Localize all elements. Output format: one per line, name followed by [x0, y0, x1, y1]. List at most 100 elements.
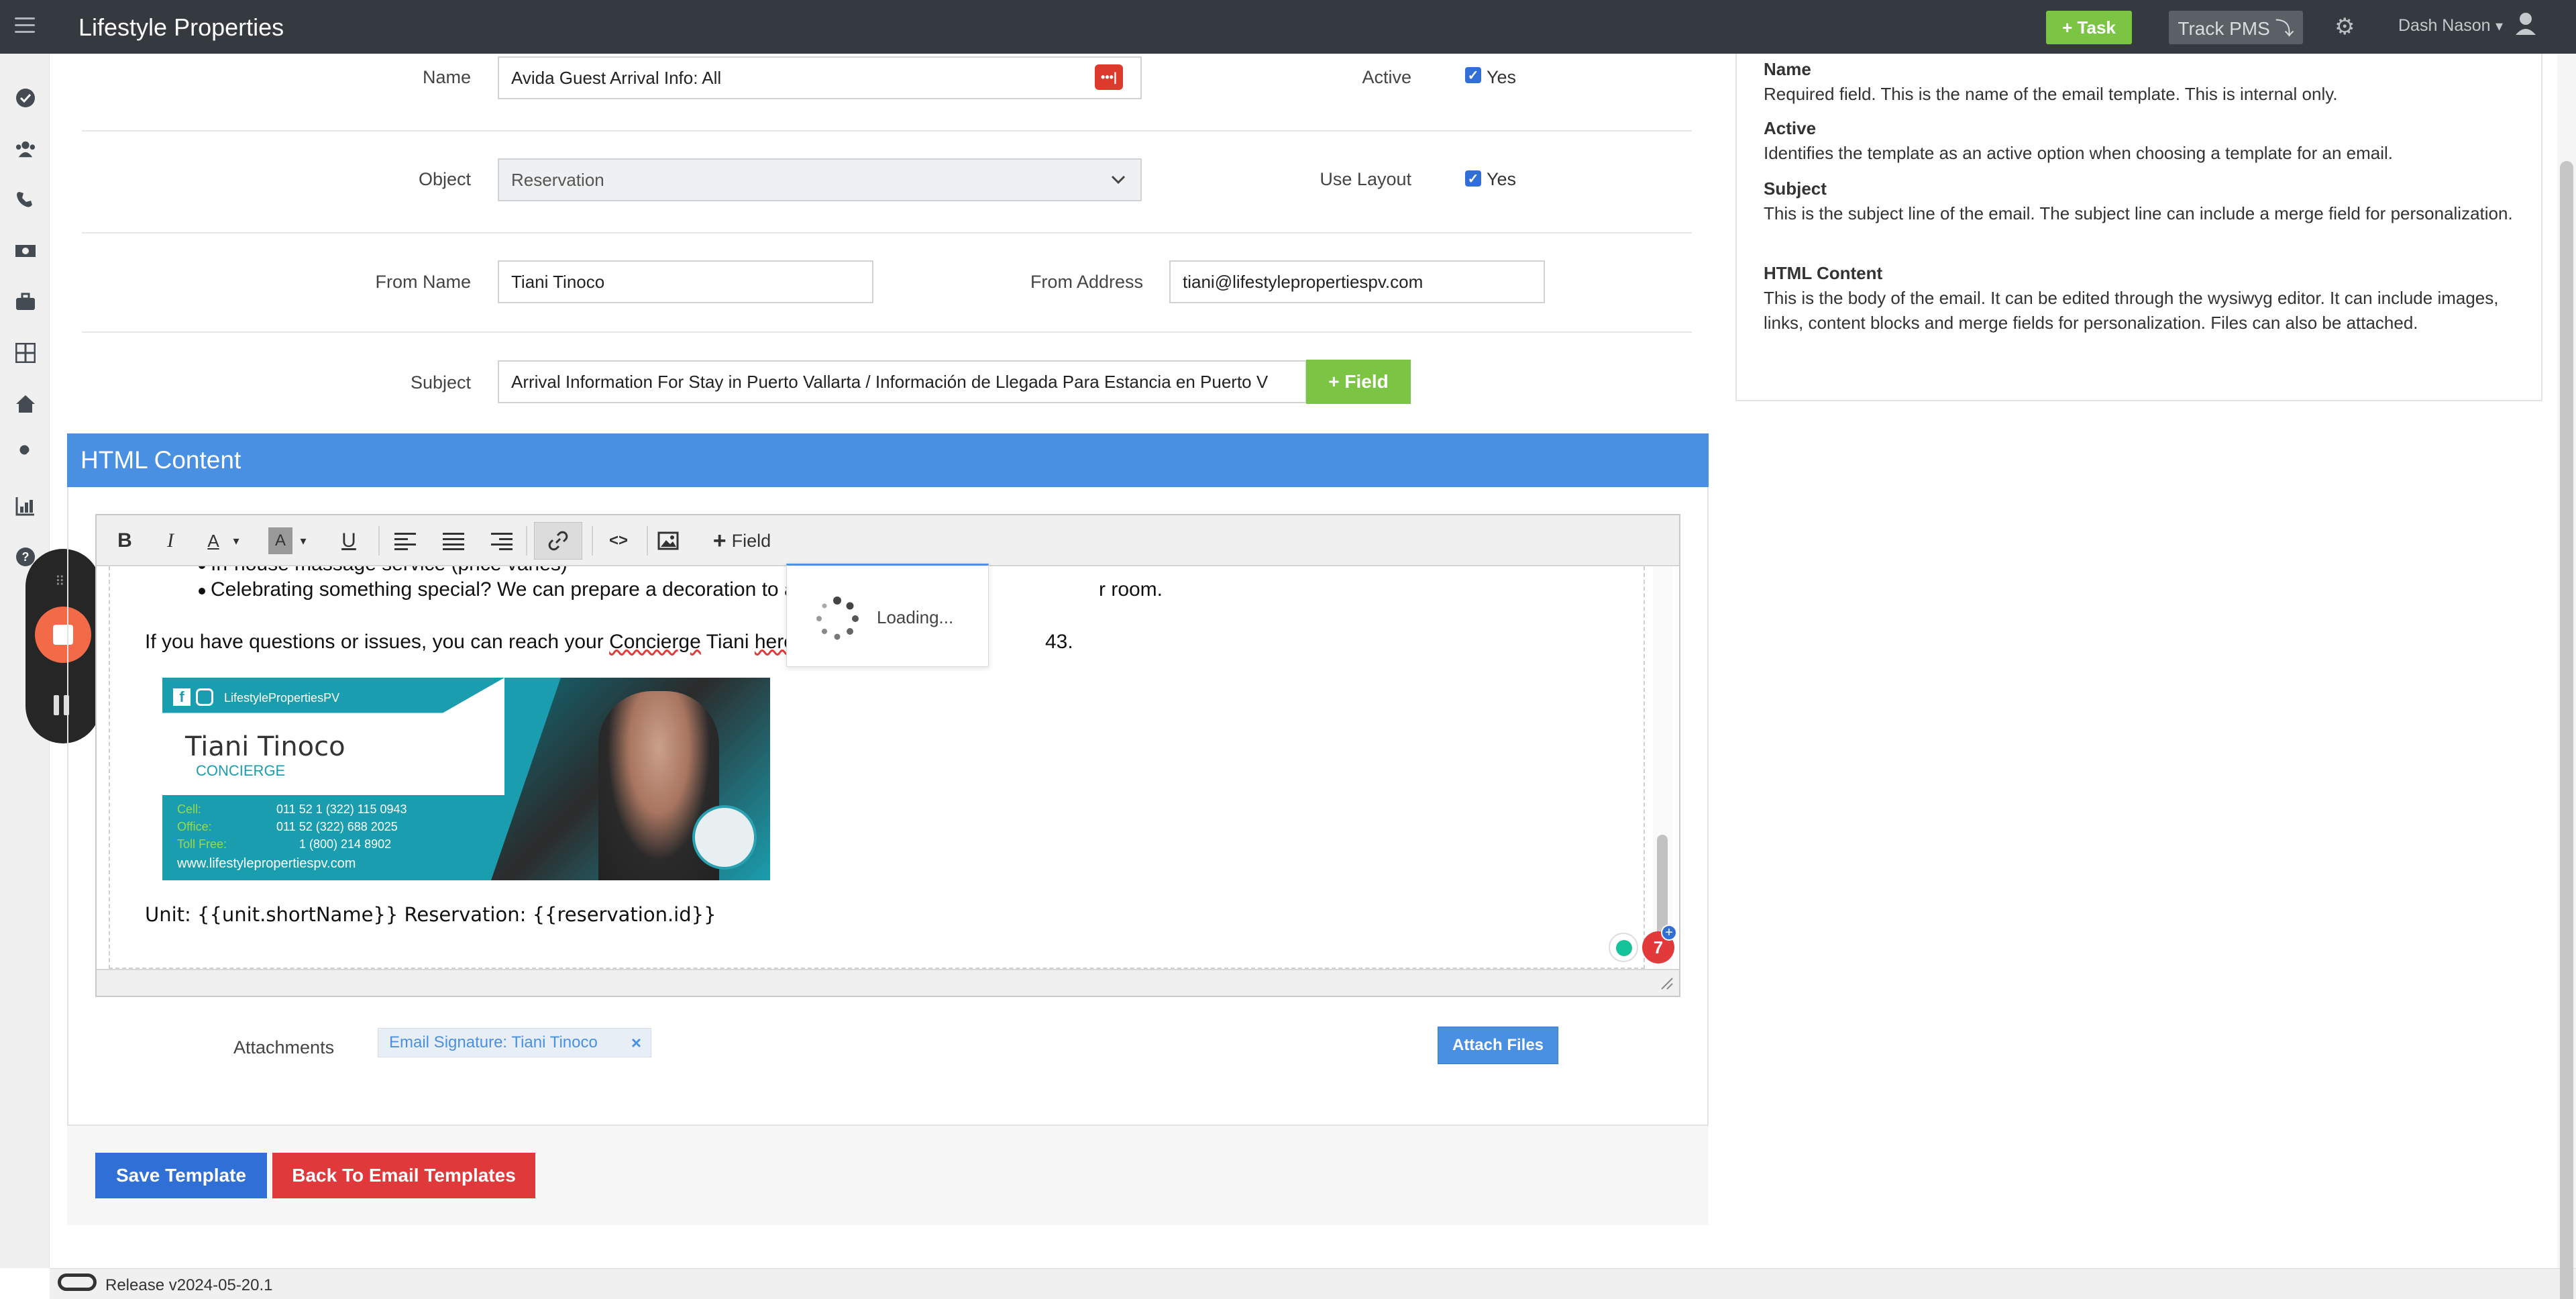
- insert-field-button[interactable]: + Field: [702, 527, 782, 554]
- row-divider: [82, 232, 1692, 233]
- help-title: Subject: [1764, 178, 1827, 199]
- link-icon[interactable]: [545, 527, 572, 554]
- phone-icon[interactable]: [15, 189, 36, 211]
- subject-label: Subject: [410, 372, 471, 393]
- page-scroll-thumb[interactable]: [2560, 161, 2573, 1299]
- align-left-icon[interactable]: [392, 527, 419, 554]
- signature-handle: LifestylePropertiesPV: [224, 691, 340, 705]
- attach-files-button[interactable]: Attach Files: [1438, 1027, 1558, 1064]
- background-color-button[interactable]: A: [268, 527, 292, 554]
- object-select[interactable]: Reservation: [498, 158, 1142, 201]
- email-signature-image[interactable]: f LifestylePropertiesPV Tiani Tinoco CON…: [162, 678, 770, 880]
- briefcase-icon[interactable]: [15, 291, 36, 313]
- toolbar-separator: [378, 526, 380, 556]
- chevron-down-icon[interactable]: ▾: [295, 527, 311, 554]
- user-avatar-icon[interactable]: [2514, 9, 2537, 43]
- bold-button[interactable]: B: [111, 527, 138, 554]
- loading-popup: Loading...: [786, 564, 989, 667]
- hamburger-menu-icon[interactable]: [15, 17, 35, 35]
- help-text: This is the subject line of the email. T…: [1764, 203, 2513, 223]
- top-bar: Lifestyle Properties + Task Track PMS ⤵ …: [0, 0, 2576, 54]
- settings-gear-icon[interactable]: ⚙: [2334, 13, 2355, 40]
- signature-tollfree-value: 1 (800) 214 8902: [299, 837, 392, 851]
- signature-office-value: 011 52 (322) 688 2025: [276, 820, 398, 833]
- toolbar-separator: [592, 526, 593, 556]
- help-panel: Name Required field. This is the name of…: [1735, 54, 2542, 401]
- italic-button[interactable]: I: [157, 527, 184, 554]
- insert-field-label: Field: [731, 530, 771, 551]
- money-icon[interactable]: [15, 240, 36, 262]
- active-checkbox[interactable]: ✓: [1465, 67, 1481, 83]
- chevron-down-icon[interactable]: ▾: [2496, 17, 2503, 35]
- home-icon[interactable]: [15, 393, 36, 415]
- signature-office-label: Office:: [177, 820, 212, 833]
- status-footer: [50, 1268, 2576, 1299]
- bullet: [199, 566, 205, 569]
- chevron-down-icon: [1111, 175, 1126, 185]
- from-address-input[interactable]: tiani@lifestylepropertiespv.com: [1169, 260, 1545, 303]
- company-seal-logo: [692, 805, 757, 870]
- loading-text: Loading...: [877, 607, 954, 627]
- signature-cell-label: Cell:: [177, 802, 202, 816]
- concierge-word: Concierge: [609, 631, 701, 653]
- editor-text-line-tail: r room.: [1099, 578, 1163, 601]
- add-task-button[interactable]: + Task: [2046, 11, 2132, 44]
- name-label: Name: [422, 67, 471, 87]
- chevron-down-icon[interactable]: ▾: [228, 527, 244, 554]
- from-name-input[interactable]: Tiani Tinoco: [498, 260, 873, 303]
- help-title: Active: [1764, 118, 1817, 138]
- editor-text-line: If you have questions or issues, you can…: [145, 631, 812, 654]
- toolbar-separator: [647, 526, 648, 556]
- editor-text-line-tail: 43.: [1045, 631, 1073, 653]
- active-yes-label: Yes: [1487, 67, 1517, 87]
- back-to-templates-button[interactable]: Back To Email Templates: [272, 1153, 535, 1198]
- chart-icon[interactable]: [15, 495, 36, 517]
- page-scrollbar[interactable]: [2557, 54, 2576, 1299]
- help-title: HTML Content: [1764, 263, 1883, 283]
- lastpass-badge-icon[interactable]: •••|: [1095, 64, 1123, 90]
- instagram-icon: [196, 688, 213, 706]
- editor-text-run: Tiani: [706, 631, 749, 653]
- font-color-button[interactable]: A: [200, 527, 227, 554]
- toolbar-separator: [526, 526, 527, 556]
- template-name-input[interactable]: Avida Guest Arrival Info: All: [498, 56, 1142, 99]
- align-justify-icon[interactable]: [440, 527, 467, 554]
- drag-handle-icon[interactable]: ⠿: [55, 573, 66, 590]
- from-name-label: From Name: [375, 272, 471, 292]
- save-template-button[interactable]: Save Template: [95, 1153, 267, 1198]
- check-circle-icon[interactable]: [15, 87, 36, 109]
- wrench-icon[interactable]: [15, 444, 36, 466]
- plus-icon[interactable]: +: [1661, 925, 1677, 941]
- attachment-chip[interactable]: Email Signature: Tiani Tinoco ×: [378, 1028, 652, 1057]
- grammarly-assistant-icon[interactable]: [1609, 933, 1638, 962]
- help-text: This is the body of the email. It can be…: [1764, 288, 2499, 333]
- html-content-header: HTML Content: [67, 433, 1709, 487]
- signature-website: www.lifestylepropertiespv.com: [177, 856, 356, 871]
- editor-text-run: If you have questions or issues, you can…: [145, 631, 604, 653]
- image-icon[interactable]: [655, 527, 682, 554]
- resize-handle-icon[interactable]: [1659, 976, 1674, 990]
- merge-fields-line: Unit: {{unit.shortName}} Reservation: {{…: [145, 903, 716, 926]
- remove-attachment-icon[interactable]: ×: [631, 1033, 641, 1053]
- underline-button[interactable]: U: [335, 527, 362, 554]
- attachments-label: Attachments: [233, 1037, 335, 1057]
- code-view-button[interactable]: <>: [598, 527, 639, 554]
- user-menu-name[interactable]: Dash Nason: [2398, 16, 2491, 36]
- plus-icon: +: [712, 527, 727, 554]
- subject-input[interactable]: Arrival Information For Stay in Puerto V…: [498, 360, 1307, 403]
- editor-scrollbar[interactable]: [1653, 566, 1673, 969]
- users-icon[interactable]: [15, 138, 36, 160]
- help-title: Name: [1764, 59, 1811, 79]
- editor-toolbar: B I A ▾ A ▾ U <> + Field: [97, 515, 1679, 566]
- use-layout-checkbox[interactable]: ✓: [1465, 170, 1481, 187]
- row-divider: [82, 331, 1692, 333]
- app-title: Lifestyle Properties: [78, 13, 284, 41]
- track-pms-button[interactable]: Track PMS ⤵: [2169, 11, 2303, 44]
- signature-tollfree-label: Toll Free:: [177, 837, 227, 851]
- grid-icon[interactable]: [15, 342, 36, 364]
- bullet: [199, 588, 205, 594]
- app-logo-icon: [58, 1274, 97, 1291]
- align-right-icon[interactable]: [488, 527, 515, 554]
- subject-add-field-button[interactable]: + Field: [1306, 360, 1411, 404]
- signature-cell-value: 011 52 1 (322) 115 0943: [276, 802, 407, 816]
